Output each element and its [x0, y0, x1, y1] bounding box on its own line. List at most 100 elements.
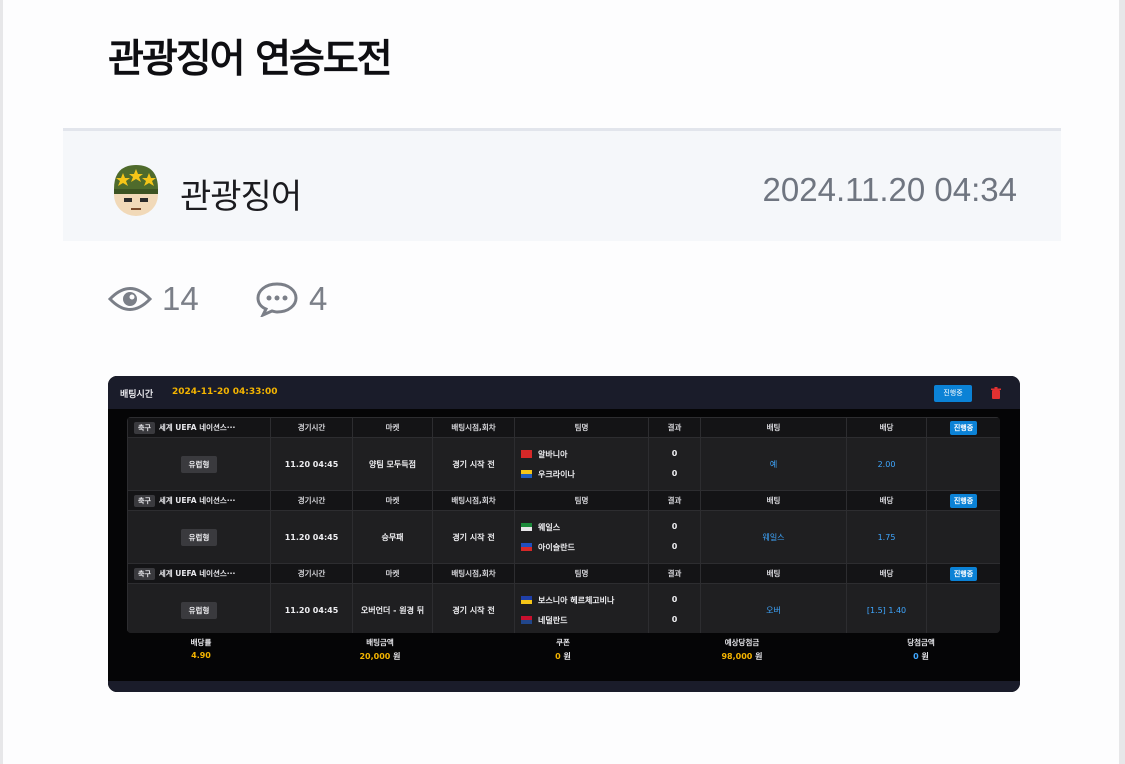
view-count-value: 14 — [162, 280, 199, 317]
eye-icon — [108, 287, 152, 311]
market: 양팀 모두득점 — [352, 437, 433, 491]
summary-item: 당첨금액 0 원 — [907, 638, 935, 661]
home-score: 0 — [671, 595, 678, 604]
column-header: 배팅 — [700, 563, 847, 584]
column-header: 결과 — [648, 563, 701, 584]
scores: 00 — [648, 583, 701, 633]
column-header: 마켓 — [352, 563, 433, 584]
sport-tag: 축구 — [134, 567, 155, 580]
bet-point: 경기 시작 전 — [432, 437, 515, 491]
league-name: 세계 UEFA 네이션스··· — [158, 422, 236, 432]
league-cell: 축구 세계 UEFA 네이션스··· — [127, 417, 271, 438]
column-header: 배당 — [846, 563, 927, 584]
slip-header: 배팅시간 2024-11-20 04:33:00 진행중 — [108, 376, 1020, 409]
bet-odds: 2.00 — [846, 437, 927, 491]
away-score: 0 — [671, 542, 678, 551]
column-header: 배팅시점,회차 — [432, 563, 515, 584]
bet-status-badge: 진행중 — [949, 493, 978, 508]
column-header: 배팅시점,회차 — [432, 417, 515, 438]
bet-pick: 웨일스 — [700, 510, 847, 564]
bet-status: 진행중 — [926, 563, 1000, 584]
column-header: 경기시간 — [270, 563, 353, 584]
post-meta-bar: 관광징어 2024.11.20 04:34 — [63, 128, 1061, 241]
flag-icon — [521, 616, 532, 624]
bet-status-badge: 진행중 — [949, 420, 978, 435]
summary-item: 쿠폰 0 원 — [555, 638, 571, 661]
bet-slip-image: 배팅시간 2024-11-20 04:33:00 진행중 축구 세계 UEFA 네… — [108, 376, 1020, 692]
speech-bubble-icon — [256, 282, 298, 317]
bet-header-row: 축구 세계 UEFA 네이션스··· 경기시간 마켓 배팅시점,회차 팀명 결과 배팅 배당 진행… — [127, 417, 1000, 438]
bet-point: 경기 시작 전 — [432, 583, 515, 633]
column-header: 마켓 — [352, 417, 433, 438]
empty-cell — [926, 437, 1000, 491]
market: 승무패 — [352, 510, 433, 564]
bet-pick: 오버 — [700, 583, 847, 633]
slip-status-badge: 진행중 — [934, 385, 972, 402]
market: 오버언더 - 원경 뒤 — [352, 583, 433, 633]
league-cell: 축구 세계 UEFA 네이션스··· — [127, 490, 271, 511]
column-header: 팀명 — [514, 417, 649, 438]
match-time: 11.20 04:45 — [270, 583, 353, 633]
slip-summary: 배당률 4.90 배팅금액 20,000 원 쿠폰 0 원 예상당첨금 98,0… — [108, 635, 1020, 673]
teams: 보스니아 헤르체고비나 네덜란드 — [514, 583, 649, 633]
home-team: 웨일스 — [521, 517, 648, 537]
home-team: 알바니아 — [521, 444, 648, 464]
scores: 00 — [648, 437, 701, 491]
soldier-avatar-icon[interactable] — [106, 159, 166, 219]
bet-time-label: 배팅시간 — [120, 390, 154, 400]
bet-header-row: 축구 세계 UEFA 네이션스··· 경기시간 마켓 배팅시점,회차 팀명 결과 배팅 배당 진행… — [127, 563, 1000, 584]
flag-icon — [521, 523, 532, 531]
flag-icon — [521, 543, 532, 551]
column-header: 결과 — [648, 417, 701, 438]
home-score: 0 — [671, 449, 678, 458]
bet-row: 유럽형 11.20 04:45 오버언더 - 원경 뒤 경기 시작 전 보스니아 헤르체… — [127, 583, 1000, 633]
view-count: 14 — [108, 280, 199, 318]
bet-type-tag: 유럽형 — [180, 528, 218, 546]
column-header: 경기시간 — [270, 490, 353, 511]
summary-item: 배당률 4.90 — [190, 638, 212, 660]
bet-pick: 예 — [700, 437, 847, 491]
home-team: 보스니아 헤르체고비나 — [521, 590, 648, 610]
bet-status-badge: 진행중 — [949, 566, 978, 581]
bet-type-tag: 유럽형 — [180, 601, 218, 619]
trash-icon — [991, 387, 1001, 399]
summary-item: 배팅금액 20,000 원 — [359, 638, 401, 661]
column-header: 마켓 — [352, 490, 433, 511]
scores: 00 — [648, 510, 701, 564]
bet-point: 경기 시작 전 — [432, 510, 515, 564]
match-time: 11.20 04:45 — [270, 437, 353, 491]
post-title: 관광징어 연승도전 — [108, 37, 393, 82]
post-page: 관광징어 연승도전 관광징어 2024.11.20 04:34 14 4 배팅시… — [3, 0, 1119, 764]
column-header: 결과 — [648, 490, 701, 511]
flag-icon — [521, 450, 532, 458]
comment-count-value: 4 — [309, 280, 328, 317]
flag-icon — [521, 470, 532, 478]
bet-status: 진행중 — [926, 490, 1000, 511]
sport-tag: 축구 — [134, 421, 155, 434]
bet-row: 유럽형 11.20 04:45 양팀 모두득점 경기 시작 전 알바니아 우크라이나 0 0 예… — [127, 437, 1000, 491]
league-cell: 축구 세계 UEFA 네이션스··· — [127, 563, 271, 584]
away-team: 네덜란드 — [521, 610, 648, 630]
league-name: 세계 UEFA 네이션스··· — [158, 568, 236, 578]
sport-tag: 축구 — [134, 494, 155, 507]
bet-header-row: 축구 세계 UEFA 네이션스··· 경기시간 마켓 배팅시점,회차 팀명 결과 배팅 배당 진행… — [127, 490, 1000, 511]
flag-icon — [521, 596, 532, 604]
column-header: 경기시간 — [270, 417, 353, 438]
comment-count[interactable]: 4 — [255, 280, 327, 318]
bet-odds: 1.75 — [846, 510, 927, 564]
bet-row: 유럽형 11.20 04:45 승무패 경기 시작 전 웨일스 아이슬란드 0 0 웨일스 1.7… — [127, 510, 1000, 564]
home-score: 0 — [671, 522, 678, 531]
column-header: 배팅 — [700, 490, 847, 511]
bet-time-value: 2024-11-20 04:33:00 — [172, 387, 278, 397]
away-score: 0 — [671, 615, 678, 624]
away-team: 우크라이나 — [521, 464, 648, 484]
teams: 알바니아 우크라이나 — [514, 437, 649, 491]
bet-type-tag: 유럽형 — [180, 455, 218, 473]
column-header: 배당 — [846, 417, 927, 438]
author-name[interactable]: 관광징어 — [180, 169, 302, 218]
teams: 웨일스 아이슬란드 — [514, 510, 649, 564]
league-name: 세계 UEFA 네이션스··· — [158, 495, 236, 505]
empty-cell — [926, 583, 1000, 633]
empty-cell — [926, 510, 1000, 564]
summary-item: 예상당첨금 98,000 원 — [721, 638, 763, 661]
